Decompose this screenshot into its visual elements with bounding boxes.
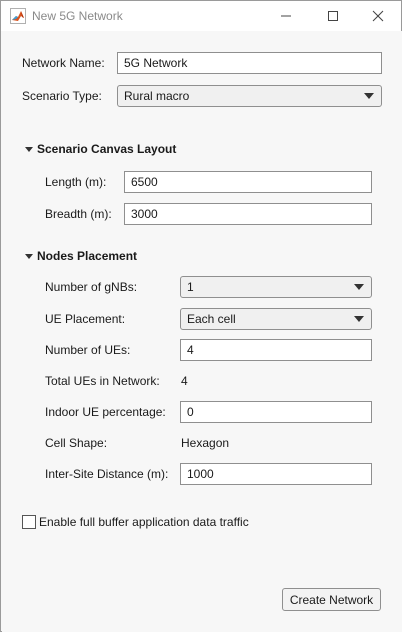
scenario-type-value: Rural macro [124,89,190,103]
section-heading: Scenario Canvas Layout [37,142,177,156]
breadth-input[interactable]: 3000 [124,203,372,225]
num-gnbs-dropdown[interactable]: 1 [180,276,372,298]
ue-placement-dropdown[interactable]: Each cell [180,308,372,330]
collapse-triangle-icon [25,253,33,259]
chevron-down-icon [364,93,374,99]
total-ues-value: 4 [181,374,188,388]
num-ues-input[interactable]: 4 [180,339,372,361]
length-label: Length (m): [45,175,107,189]
full-buffer-checkbox[interactable] [22,515,36,529]
num-ues-label: Number of UEs: [45,343,131,357]
breadth-label: Breadth (m): [45,207,112,221]
full-buffer-label[interactable]: Enable full buffer application data traf… [39,515,249,529]
length-input[interactable]: 6500 [124,171,372,193]
network-name-input[interactable]: 5G Network [117,52,382,74]
section-scenario-canvas-layout[interactable]: Scenario Canvas Layout [25,142,176,156]
close-icon[interactable] [355,1,401,31]
chevron-down-icon [354,316,364,322]
minimize-icon[interactable] [263,1,309,31]
scenario-type-dropdown[interactable]: Rural macro [117,85,382,107]
collapse-triangle-icon [25,146,33,152]
ue-placement-value: Each cell [187,312,236,326]
matlab-logo-icon [10,8,26,24]
cell-shape-label: Cell Shape: [45,436,108,450]
section-heading: Nodes Placement [37,249,138,263]
chevron-down-icon [354,284,364,290]
indoor-ue-label: Indoor UE percentage: [45,405,166,419]
inter-site-distance-label: Inter-Site Distance (m): [45,467,169,481]
network-name-label: Network Name: [22,56,105,70]
cell-shape-value: Hexagon [181,436,230,450]
scenario-type-label: Scenario Type: [22,89,102,103]
total-ues-label: Total UEs in Network: [45,374,160,388]
indoor-ue-input[interactable]: 0 [180,401,372,423]
section-nodes-placement[interactable]: Nodes Placement [25,249,137,263]
window-title: New 5G Network [32,9,123,23]
new-5g-network-window: New 5G Network Network Name: 5G Network … [0,0,402,632]
dialog-content: Network Name: 5G Network Scenario Type: … [2,31,402,632]
title-bar: New 5G Network [1,1,401,31]
inter-site-distance-input[interactable]: 1000 [180,463,372,485]
ue-placement-label: UE Placement: [45,312,126,326]
num-gnbs-label: Number of gNBs: [45,280,138,294]
num-gnbs-value: 1 [187,280,194,294]
create-network-button[interactable]: Create Network [282,588,381,611]
maximize-icon[interactable] [310,1,356,31]
